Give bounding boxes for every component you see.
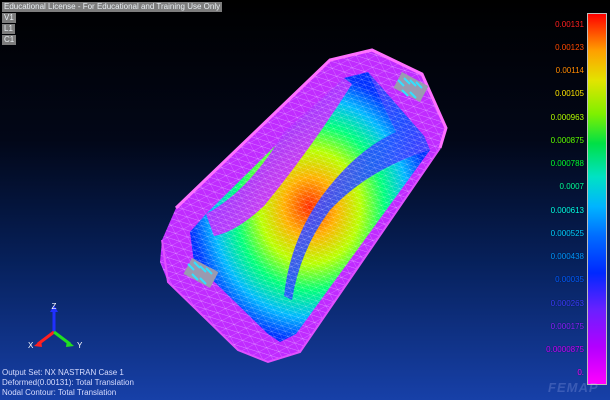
contour-legend-labels: 0.00131 0.00123 0.00114 0.00105 0.000963 0.00…	[514, 13, 584, 385]
legend-value-label: 0.000438	[550, 252, 584, 262]
csys-label: C1	[2, 35, 17, 45]
contour-legend-bar	[587, 13, 607, 385]
layer-label: L1	[2, 24, 15, 34]
legend-value-label: 0.0000875	[546, 345, 584, 355]
results-info: Output Set: NX NASTRAN Case 1 Deformed(0…	[2, 368, 134, 398]
legend-value-label: 0.00131	[555, 19, 584, 29]
axis-x-label: X	[28, 341, 34, 350]
legend-value-label: 0.000175	[550, 321, 584, 331]
axis-triad: Z X Y	[28, 302, 83, 350]
legend-value-label: 0.00114	[555, 66, 584, 76]
legend-value-label: 0.00035	[555, 275, 584, 285]
legend-value-label: 0.000963	[550, 112, 584, 122]
license-banner: Educational License - For Educational an…	[2, 2, 223, 12]
axis-y-label: Y	[77, 341, 83, 350]
legend-value-label: 0.000525	[550, 228, 584, 238]
view-label: V1	[2, 13, 16, 23]
legend-value-label: 0.000875	[550, 135, 584, 145]
contour-text: Nodal Contour: Total Translation	[2, 388, 117, 397]
legend-value-label: 0.00123	[555, 42, 584, 52]
femap-logo: FEMAP	[548, 380, 599, 395]
legend-value-label: 0.000613	[550, 205, 584, 215]
output-set-text: Output Set: NX NASTRAN Case 1	[2, 368, 124, 377]
graphics-viewport[interactable]: Educational License - For Educational an…	[0, 0, 610, 400]
legend-value-label: 0.000263	[550, 298, 584, 308]
legend-value-label: 0.0007	[559, 182, 584, 192]
deformed-text: Deformed(0.00131): Total Translation	[2, 378, 134, 387]
legend-value-label: 0.	[577, 368, 584, 378]
legend-value-label: 0.000788	[550, 159, 584, 169]
axis-z-label: Z	[52, 302, 57, 311]
legend-value-label: 0.00105	[555, 89, 584, 99]
